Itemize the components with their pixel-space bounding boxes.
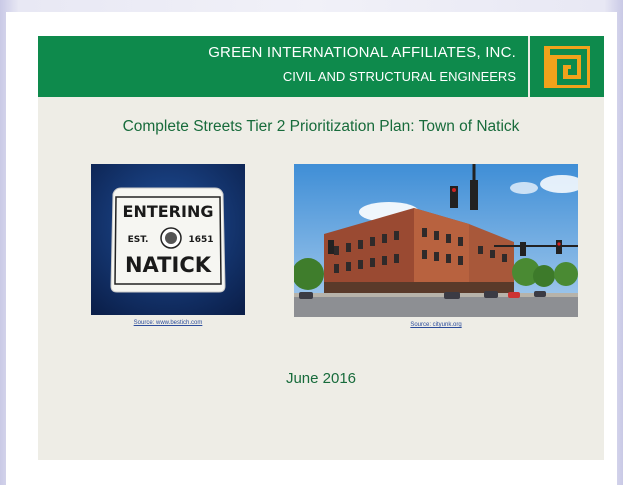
document-page: GREEN INTERNATIONAL AFFILIATES, INC. CIV… (6, 12, 617, 485)
sign-est-text: EST. (128, 235, 149, 245)
natick-sign-photo: ENTERING EST. 1651 NATICK (91, 164, 245, 315)
document-date: June 2016 (285, 370, 357, 387)
logo-mark-icon (530, 36, 604, 97)
header-banner: GREEN INTERNATIONAL AFFILIATES, INC. CIV… (38, 36, 528, 97)
sign-town-text: NATICK (125, 253, 212, 277)
company-name: GREEN INTERNATIONAL AFFILIATES, INC. (208, 44, 516, 61)
cover-slide: GREEN INTERNATIONAL AFFILIATES, INC. CIV… (38, 36, 604, 460)
natick-photo-caption[interactable]: Source: www.bestich.com (91, 320, 245, 326)
company-tagline: CIVIL AND STRUCTURAL ENGINEERS (282, 69, 516, 84)
street-photo-caption[interactable]: Source: cityunk.org (294, 322, 578, 328)
document-title: Complete Streets Tier 2 Prioritization P… (122, 118, 520, 135)
sign-year-text: 1651 (188, 235, 213, 245)
downtown-street-photo (294, 164, 578, 317)
sign-entering-text: ENTERING (123, 202, 214, 221)
company-logo (530, 36, 604, 97)
